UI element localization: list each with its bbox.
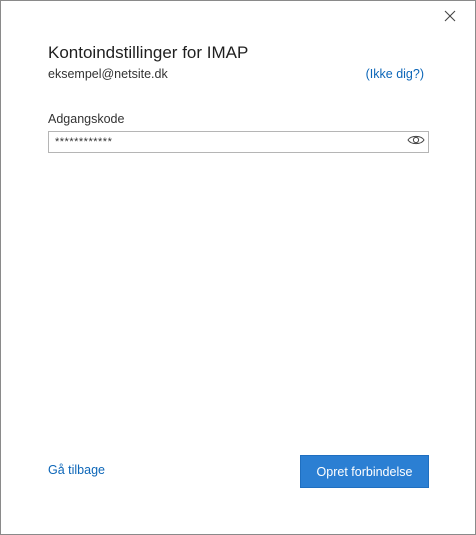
password-label: Adgangskode [48,112,125,126]
password-field[interactable]: ************ [48,131,429,153]
show-password-button[interactable] [406,133,426,151]
imap-settings-dialog: Kontoindstillinger for IMAP eksempel@net… [0,0,476,535]
go-back-link[interactable]: Gå tilbage [48,463,105,477]
account-email: eksempel@netsite.dk [48,67,168,81]
connect-button[interactable]: Opret forbindelse [300,455,429,488]
not-you-link[interactable]: (Ikke dig?) [366,67,424,81]
close-icon [444,9,456,27]
close-button[interactable] [439,7,461,29]
eye-icon [407,133,425,151]
dialog-title: Kontoindstillinger for IMAP [48,43,249,62]
password-value: ************ [55,136,113,148]
